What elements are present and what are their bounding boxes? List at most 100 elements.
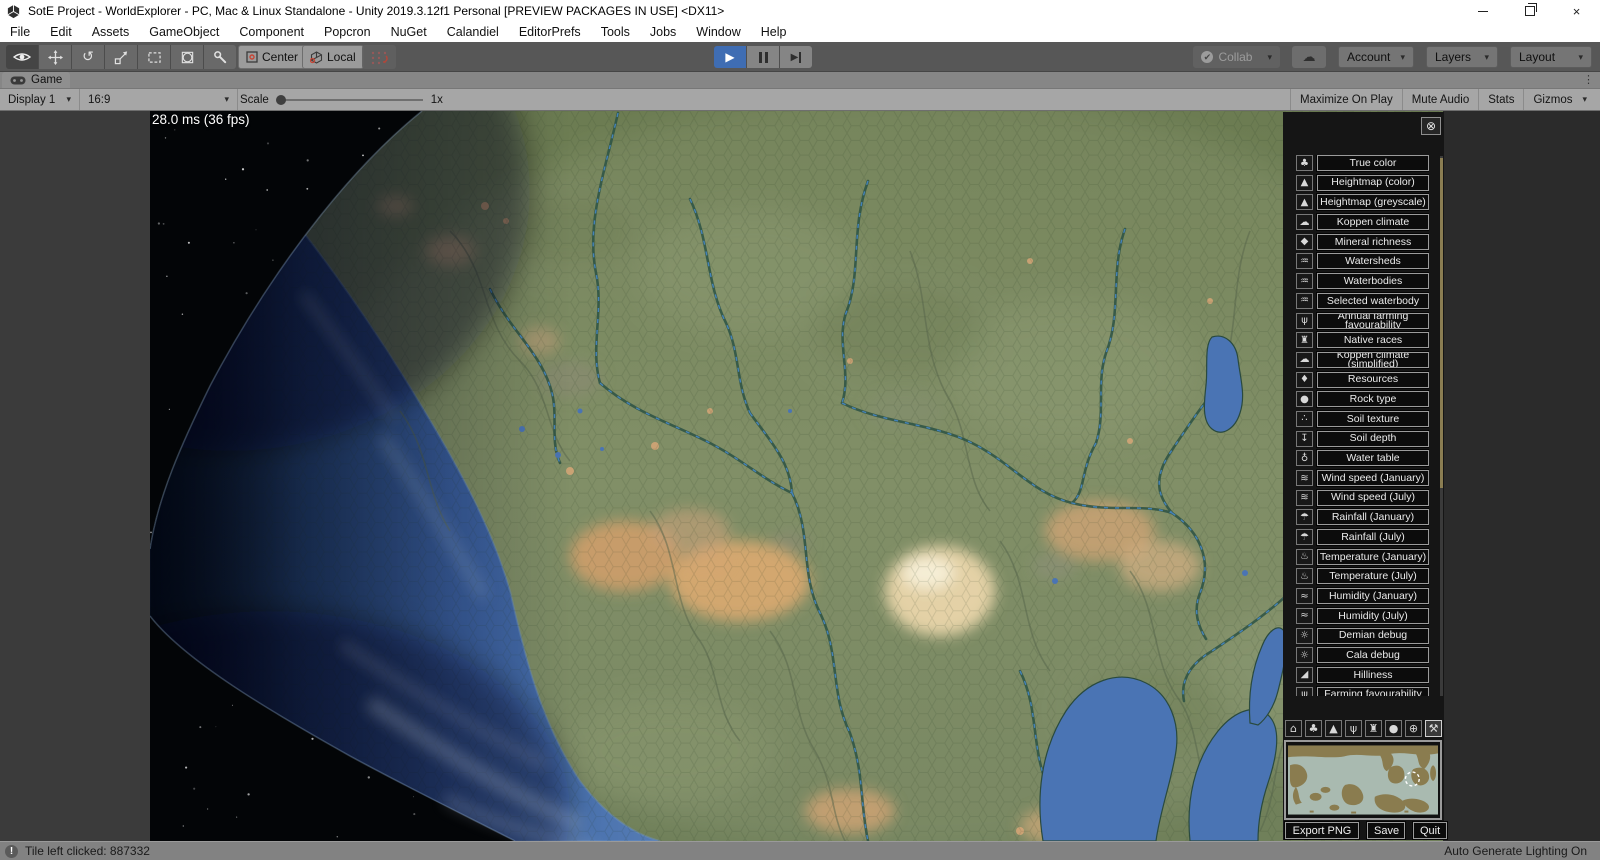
menu-file[interactable]: File (0, 22, 40, 42)
collab-button[interactable]: ✔ Collab ▾ (1193, 46, 1280, 68)
tree-icon[interactable]: ♣ (1305, 720, 1322, 737)
map-mode-rainfall-july[interactable]: Rainfall (July) (1317, 529, 1429, 546)
map-mode-rock-type[interactable]: Rock type (1317, 391, 1429, 408)
shell-icon[interactable]: ● (1385, 720, 1402, 737)
menu-help[interactable]: Help (751, 22, 797, 42)
map-mode-true-color[interactable]: True color (1317, 155, 1429, 171)
overflow-menu-icon[interactable]: ⋮ (1583, 72, 1594, 88)
map-mode-panel: ⊗ ♣ True color ▲ Heightmap (color) ▲ Heightma… (1283, 112, 1447, 840)
display-dropdown[interactable]: Display 1 ▾ (0, 89, 80, 110)
map-mode-humidity-january[interactable]: Humidity (January) (1317, 588, 1429, 605)
map-mode-waterbodies[interactable]: Waterbodies (1317, 273, 1429, 290)
map-mode-koppen-climate-simplified[interactable]: Koppen climate (simplified) (1317, 351, 1429, 368)
restore-button[interactable] (1506, 0, 1553, 22)
scale-knob[interactable] (275, 94, 286, 105)
map-mode-heightmap-color[interactable]: Heightmap (color) (1317, 174, 1429, 191)
home-icon[interactable]: ⌂ (1285, 720, 1302, 737)
scrollbar[interactable] (1440, 158, 1443, 488)
map-mode-soil-depth[interactable]: Soil depth (1317, 430, 1429, 447)
minimize-button[interactable] (1459, 0, 1506, 22)
map-mode-demian-debug[interactable]: Demian debug (1317, 627, 1429, 644)
custom-tools-button[interactable] (204, 45, 236, 69)
map-mode-temperature-july[interactable]: Temperature (July) (1317, 568, 1429, 585)
map-mode-humidity-july[interactable]: Humidity (July) (1317, 607, 1429, 624)
menu-tools[interactable]: Tools (591, 22, 640, 42)
map-mode-watersheds[interactable]: Watersheds (1317, 253, 1429, 270)
map-mode-row: ≈ Humidity (January) (1296, 588, 1429, 605)
game-render[interactable]: 28.0 ms (36 fps) (150, 111, 1443, 841)
map-mode-mineral-richness[interactable]: Mineral richness (1317, 233, 1429, 250)
export-png-button[interactable]: Export PNG (1285, 822, 1359, 839)
menu-calandiel[interactable]: Calandiel (437, 22, 509, 42)
cloud-button[interactable]: ☁ (1292, 46, 1326, 68)
menu-assets[interactable]: Assets (82, 22, 140, 42)
scale-tool-button[interactable] (105, 45, 138, 69)
panel-close-button[interactable]: ⊗ (1421, 117, 1441, 135)
stats-toggle[interactable]: Stats (1478, 89, 1523, 110)
menu-window[interactable]: Window (686, 22, 750, 42)
map-mode-row: ▲ Heightmap (color) (1296, 174, 1429, 191)
statue-icon[interactable]: ♜ (1365, 720, 1382, 737)
grid-snap-button[interactable] (362, 45, 396, 69)
gizmos-dropdown[interactable]: Gizmos ▾ (1523, 89, 1596, 110)
transform-tool-button[interactable] (171, 45, 204, 69)
map-mode-native-races[interactable]: Native races (1317, 332, 1429, 349)
map-mode-temperature-january[interactable]: Temperature (January) (1317, 548, 1429, 565)
chevron-down-icon: ▾ (1267, 51, 1272, 62)
game-viewport: 28.0 ms (36 fps) ⊗ ♣ True color ▲ Heightmap… (0, 111, 1600, 841)
map-mode-hilliness[interactable]: Hilliness (1317, 666, 1429, 683)
menu-edit[interactable]: Edit (40, 22, 82, 42)
map-mode-wind-speed-january[interactable]: Wind speed (January) (1317, 470, 1429, 486)
menu-popcron[interactable]: Popcron (314, 22, 381, 42)
quit-button[interactable]: Quit (1413, 822, 1447, 839)
tab-game[interactable]: Game (2, 72, 71, 88)
move-tool-button[interactable] (39, 45, 72, 69)
map-mode-koppen-climate[interactable]: Koppen climate (1317, 214, 1429, 231)
rotate-tool-button[interactable]: ↺ (72, 45, 105, 69)
map-mode-row: ≋ Wind speed (July) (1296, 489, 1429, 506)
unity-logo-icon (6, 4, 21, 19)
map-mode-water-table[interactable]: Water table (1317, 450, 1429, 467)
map-mode-resources[interactable]: Resources (1317, 371, 1429, 388)
close-button[interactable]: × (1553, 0, 1600, 22)
map-mode-wind-speed-july[interactable]: Wind speed (July) (1317, 489, 1429, 506)
minimap[interactable] (1284, 740, 1442, 820)
map-mode-cala-debug[interactable]: Cala debug (1317, 647, 1429, 664)
menu-gameobject[interactable]: GameObject (139, 22, 229, 42)
lighting-status: Auto Generate Lighting On (1444, 844, 1587, 858)
maximize-on-play-toggle[interactable]: Maximize On Play (1290, 89, 1402, 110)
map-mode-selected-waterbody[interactable]: Selected waterbody (1317, 292, 1429, 309)
wheat-icon[interactable]: ψ (1345, 720, 1362, 737)
scale-slider[interactable]: Scale 1x (240, 89, 443, 110)
menu-nuget[interactable]: NuGet (381, 22, 437, 42)
rect-tool-button[interactable] (138, 45, 171, 69)
menu-editorprefs[interactable]: EditorPrefs (509, 22, 591, 42)
map-mode-farming-favourability[interactable]: Farming favourability (1317, 686, 1429, 696)
menu-jobs[interactable]: Jobs (640, 22, 686, 42)
menu-component[interactable]: Component (229, 22, 314, 42)
status-message[interactable]: Tile left clicked: 887332 (25, 844, 150, 858)
chevron-down-icon: ▾ (224, 94, 229, 104)
map-mode-heightmap-greyscale[interactable]: Heightmap (greyscale) (1317, 194, 1429, 211)
compass-icon[interactable]: ⊕ (1405, 720, 1422, 737)
step-button[interactable]: ▶ (780, 46, 812, 68)
mountain-icon[interactable]: ▲ (1325, 720, 1342, 737)
save-button[interactable]: Save (1367, 822, 1405, 839)
pause-button[interactable] (747, 46, 780, 68)
account-dropdown[interactable]: Account ▾ (1338, 46, 1414, 68)
soil-depth-icon: ↧ (1296, 430, 1313, 447)
title-bar: SotE Project - WorldExplorer - PC, Mac &… (0, 0, 1600, 22)
map-mode-soil-texture[interactable]: Soil texture (1317, 410, 1429, 427)
console-message-icon[interactable]: ! (5, 844, 18, 858)
layers-dropdown[interactable]: Layers ▾ (1426, 46, 1498, 68)
pivot-local-button[interactable]: Local (302, 45, 364, 69)
pickaxe-icon[interactable]: ⚒ (1425, 720, 1442, 737)
map-mode-rainfall-january[interactable]: Rainfall (January) (1317, 509, 1429, 526)
pivot-center-button[interactable]: Center (238, 45, 307, 69)
view-tool-button[interactable] (6, 45, 39, 69)
layout-dropdown[interactable]: Layout ▾ (1510, 46, 1592, 68)
aspect-dropdown[interactable]: 16:9 ▾ (80, 89, 238, 110)
play-button[interactable]: ▶ (714, 46, 747, 68)
map-mode-annual-farming-favourability[interactable]: Annual farming favourability (1317, 312, 1429, 329)
mute-audio-toggle[interactable]: Mute Audio (1401, 89, 1479, 110)
